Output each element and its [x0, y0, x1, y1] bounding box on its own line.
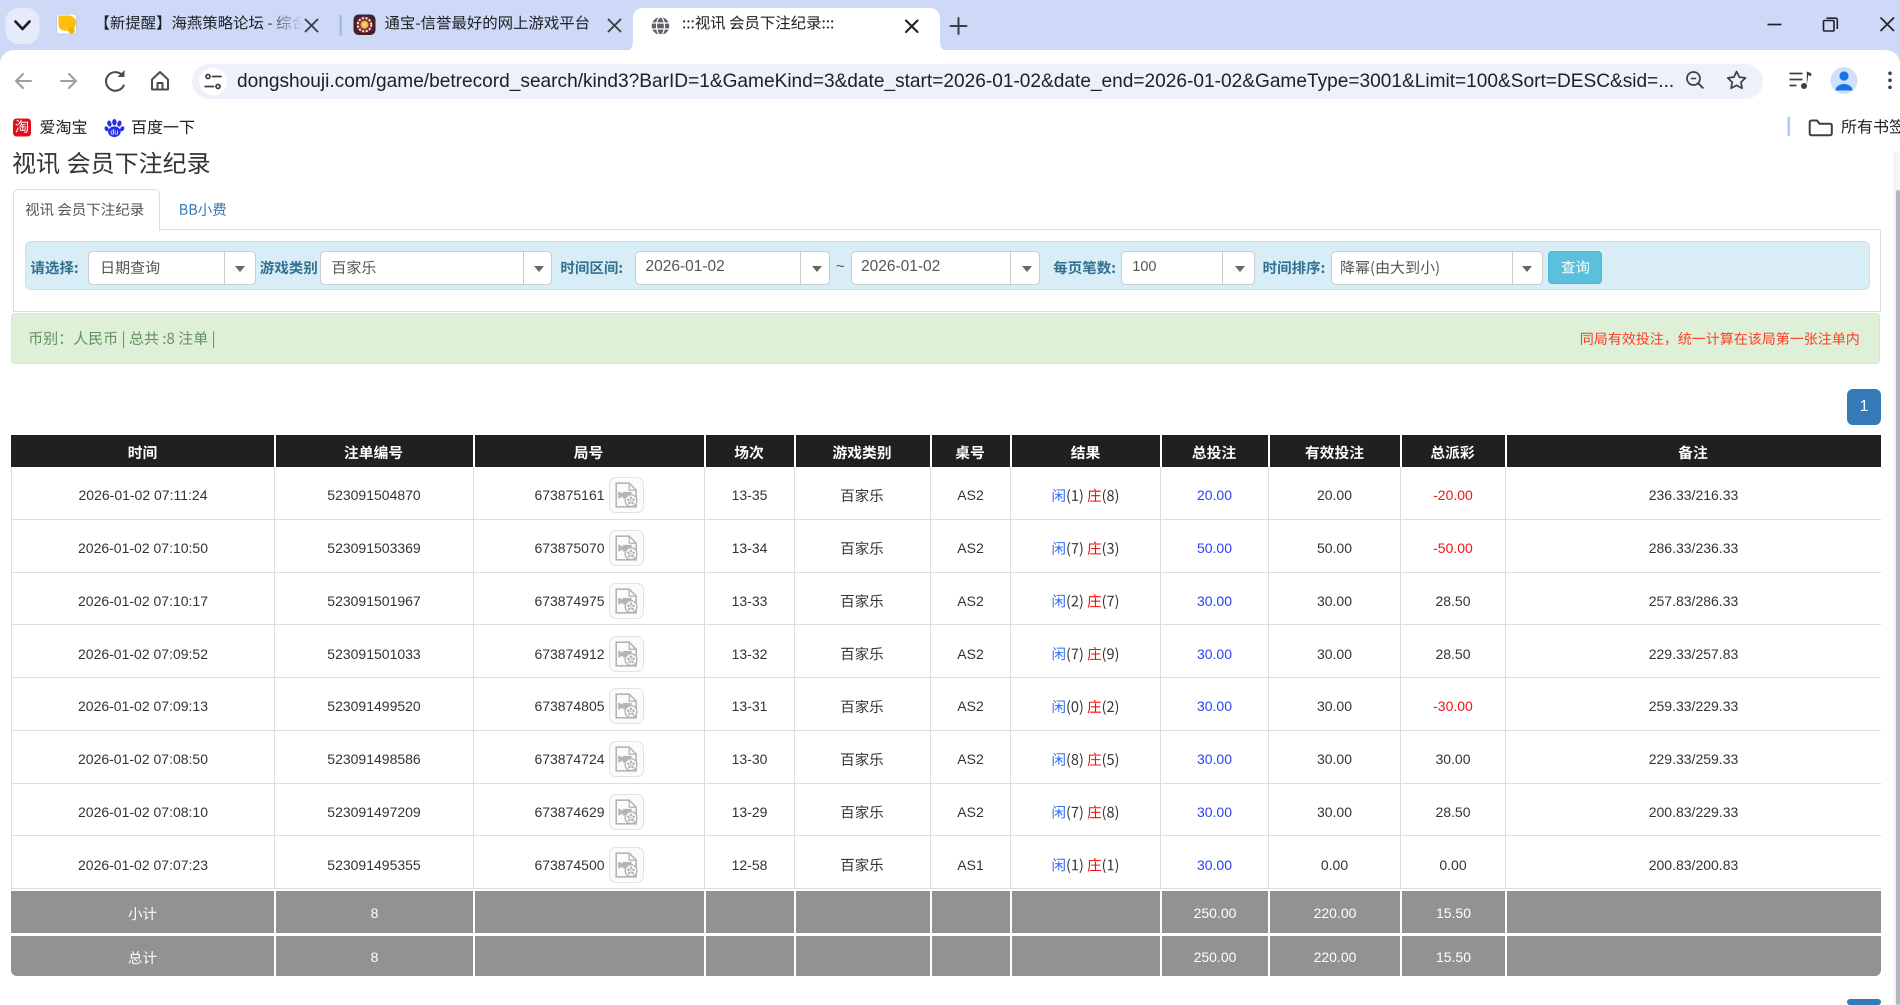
- svg-text:du: du: [111, 130, 119, 137]
